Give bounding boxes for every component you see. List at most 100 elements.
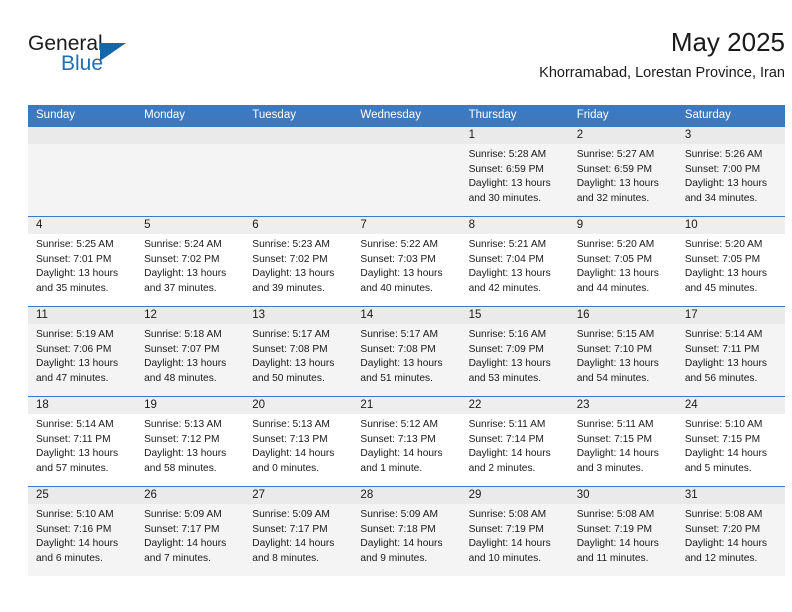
daylight-text-line1: Daylight: 13 hours bbox=[684, 268, 767, 280]
day-cell[interactable] bbox=[136, 127, 245, 216]
daylight-text-line2: and 51 minutes. bbox=[360, 372, 433, 384]
day-cell[interactable]: 20 Sunrise: 5:13 AM Sunset: 7:13 PM Dayl… bbox=[244, 397, 353, 486]
sunrise-text: Sunrise: 5:17 AM bbox=[360, 329, 439, 340]
day-cell[interactable]: 5 Sunrise: 5:24 AM Sunset: 7:02 PM Dayli… bbox=[136, 217, 245, 306]
day-cell[interactable]: 24 Sunrise: 5:10 AM Sunset: 7:15 PM Dayl… bbox=[676, 397, 785, 486]
daylight-text-line2: and 50 minutes. bbox=[252, 372, 325, 384]
daylight-text-line1: Daylight: 14 hours bbox=[252, 448, 335, 460]
day-number: 5 bbox=[136, 217, 245, 234]
sunrise-text: Sunrise: 5:13 AM bbox=[252, 419, 330, 430]
day-number: 24 bbox=[676, 397, 785, 414]
day-cell[interactable]: 4 Sunrise: 5:25 AM Sunset: 7:01 PM Dayli… bbox=[28, 217, 137, 306]
day-number: 8 bbox=[460, 217, 569, 234]
day-cell[interactable]: 27 Sunrise: 5:09 AM Sunset: 7:17 PM Dayl… bbox=[244, 487, 353, 576]
day-details: Sunrise: 5:11 AM Sunset: 7:15 PM Dayligh… bbox=[569, 414, 677, 476]
daylight-text-line1: Daylight: 13 hours bbox=[252, 268, 335, 280]
day-number: 18 bbox=[28, 397, 137, 414]
day-cell[interactable]: 11 Sunrise: 5:19 AM Sunset: 7:06 PM Dayl… bbox=[28, 307, 137, 396]
day-cell[interactable] bbox=[244, 127, 353, 216]
day-cell[interactable]: 10 Sunrise: 5:20 AM Sunset: 7:05 PM Dayl… bbox=[676, 217, 785, 306]
day-cell[interactable]: 23 Sunrise: 5:11 AM Sunset: 7:15 PM Dayl… bbox=[568, 397, 677, 486]
sunset-text: Sunset: 7:17 PM bbox=[144, 523, 220, 535]
day-cell[interactable]: 28 Sunrise: 5:09 AM Sunset: 7:18 PM Dayl… bbox=[352, 487, 461, 576]
day-cell[interactable] bbox=[352, 127, 461, 216]
daylight-text-line2: and 53 minutes. bbox=[468, 372, 542, 384]
daylight-text-line2: and 6 minutes. bbox=[36, 552, 103, 564]
weekday-header-thursday: Thursday bbox=[468, 109, 517, 121]
sunrise-text: Sunrise: 5:11 AM bbox=[576, 419, 654, 430]
day-number: 31 bbox=[676, 487, 785, 504]
sunset-text: Sunset: 7:05 PM bbox=[684, 253, 761, 265]
day-cell[interactable]: 17 Sunrise: 5:14 AM Sunset: 7:11 PM Dayl… bbox=[676, 307, 785, 396]
daylight-text-line2: and 0 minutes. bbox=[252, 462, 320, 474]
day-number: 25 bbox=[28, 487, 137, 504]
day-cell[interactable]: 12 Sunrise: 5:18 AM Sunset: 7:07 PM Dayl… bbox=[136, 307, 245, 396]
daylight-text-line2: and 32 minutes. bbox=[576, 192, 650, 204]
sunset-text: Sunset: 7:11 PM bbox=[36, 433, 111, 445]
daylight-text-line2: and 40 minutes. bbox=[360, 282, 433, 294]
calendar-page: General Blue May 2025 Khorramabad, Lores… bbox=[0, 0, 792, 612]
sunrise-text: Sunrise: 5:17 AM bbox=[252, 329, 330, 340]
daylight-text-line2: and 1 minute. bbox=[360, 462, 423, 474]
sunrise-text: Sunrise: 5:23 AM bbox=[252, 239, 330, 250]
daylight-text-line1: Daylight: 13 hours bbox=[36, 358, 119, 370]
daylight-text-line2: and 2 minutes. bbox=[468, 462, 536, 474]
day-cell[interactable]: 21 Sunrise: 5:12 AM Sunset: 7:13 PM Dayl… bbox=[352, 397, 461, 486]
daylight-text-line1: Daylight: 14 hours bbox=[36, 538, 119, 550]
daylight-text-line2: and 57 minutes. bbox=[36, 462, 109, 474]
day-details: Sunrise: 5:27 AM Sunset: 6:59 PM Dayligh… bbox=[569, 144, 677, 206]
day-cell[interactable]: 30 Sunrise: 5:08 AM Sunset: 7:19 PM Dayl… bbox=[568, 487, 677, 576]
day-cell[interactable]: 7 Sunrise: 5:22 AM Sunset: 7:03 PM Dayli… bbox=[352, 217, 461, 306]
day-details: Sunrise: 5:10 AM Sunset: 7:16 PM Dayligh… bbox=[28, 504, 136, 566]
day-number: 27 bbox=[244, 487, 353, 504]
day-cell[interactable]: 13 Sunrise: 5:17 AM Sunset: 7:08 PM Dayl… bbox=[244, 307, 353, 396]
day-cell[interactable]: 16 Sunrise: 5:15 AM Sunset: 7:10 PM Dayl… bbox=[568, 307, 677, 396]
day-cell[interactable] bbox=[28, 127, 137, 216]
weekday-header-wednesday: Wednesday bbox=[360, 109, 421, 121]
week-row: 25 Sunrise: 5:10 AM Sunset: 7:16 PM Dayl… bbox=[28, 486, 785, 576]
day-number: 20 bbox=[244, 397, 353, 414]
day-cell[interactable]: 15 Sunrise: 5:16 AM Sunset: 7:09 PM Dayl… bbox=[460, 307, 569, 396]
sunset-text: Sunset: 7:03 PM bbox=[360, 253, 436, 265]
day-cell[interactable]: 2 Sunrise: 5:27 AM Sunset: 6:59 PM Dayli… bbox=[568, 127, 677, 216]
daylight-text-line1: Daylight: 13 hours bbox=[576, 268, 659, 280]
day-cell[interactable]: 3 Sunrise: 5:26 AM Sunset: 7:00 PM Dayli… bbox=[676, 127, 785, 216]
day-number bbox=[244, 127, 353, 144]
day-details: Sunrise: 5:14 AM Sunset: 7:11 PM Dayligh… bbox=[677, 324, 785, 386]
day-details: Sunrise: 5:08 AM Sunset: 7:19 PM Dayligh… bbox=[461, 504, 569, 566]
sunrise-text: Sunrise: 5:09 AM bbox=[252, 509, 330, 520]
daylight-text-line1: Daylight: 14 hours bbox=[684, 538, 767, 550]
day-cell[interactable]: 31 Sunrise: 5:08 AM Sunset: 7:20 PM Dayl… bbox=[676, 487, 785, 576]
day-number: 15 bbox=[460, 307, 569, 324]
daylight-text-line1: Daylight: 14 hours bbox=[576, 448, 659, 460]
day-cell[interactable]: 19 Sunrise: 5:13 AM Sunset: 7:12 PM Dayl… bbox=[136, 397, 245, 486]
brand-logo[interactable]: General Blue bbox=[28, 32, 148, 84]
day-details: Sunrise: 5:12 AM Sunset: 7:13 PM Dayligh… bbox=[352, 414, 460, 476]
sunset-text: Sunset: 7:14 PM bbox=[468, 433, 544, 445]
day-cell[interactable]: 26 Sunrise: 5:09 AM Sunset: 7:17 PM Dayl… bbox=[136, 487, 245, 576]
daylight-text-line2: and 8 minutes. bbox=[252, 552, 320, 564]
sunset-text: Sunset: 7:17 PM bbox=[252, 523, 328, 535]
day-cell[interactable]: 18 Sunrise: 5:14 AM Sunset: 7:11 PM Dayl… bbox=[28, 397, 137, 486]
day-cell[interactable]: 9 Sunrise: 5:20 AM Sunset: 7:05 PM Dayli… bbox=[568, 217, 677, 306]
sunrise-text: Sunrise: 5:12 AM bbox=[360, 419, 439, 430]
day-cell[interactable]: 29 Sunrise: 5:08 AM Sunset: 7:19 PM Dayl… bbox=[460, 487, 569, 576]
page-header: General Blue May 2025 Khorramabad, Lores… bbox=[28, 26, 785, 96]
daylight-text-line1: Daylight: 13 hours bbox=[252, 358, 335, 370]
sunrise-text: Sunrise: 5:08 AM bbox=[468, 509, 547, 520]
day-cell[interactable]: 8 Sunrise: 5:21 AM Sunset: 7:04 PM Dayli… bbox=[460, 217, 569, 306]
day-cell[interactable]: 22 Sunrise: 5:11 AM Sunset: 7:14 PM Dayl… bbox=[460, 397, 569, 486]
day-number: 10 bbox=[676, 217, 785, 234]
sunset-text: Sunset: 7:19 PM bbox=[576, 523, 653, 535]
day-cell[interactable]: 6 Sunrise: 5:23 AM Sunset: 7:02 PM Dayli… bbox=[244, 217, 353, 306]
daylight-text-line1: Daylight: 13 hours bbox=[360, 268, 443, 280]
daylight-text-line1: Daylight: 13 hours bbox=[144, 448, 227, 460]
daylight-text-line1: Daylight: 13 hours bbox=[144, 268, 227, 280]
day-cell[interactable]: 1 Sunrise: 5:28 AM Sunset: 6:59 PM Dayli… bbox=[460, 127, 569, 216]
daylight-text-line2: and 35 minutes. bbox=[36, 282, 109, 294]
day-details: Sunrise: 5:14 AM Sunset: 7:11 PM Dayligh… bbox=[28, 414, 136, 476]
day-cell[interactable]: 25 Sunrise: 5:10 AM Sunset: 7:16 PM Dayl… bbox=[28, 487, 137, 576]
daylight-text-line2: and 3 minutes. bbox=[576, 462, 644, 474]
day-cell[interactable]: 14 Sunrise: 5:17 AM Sunset: 7:08 PM Dayl… bbox=[352, 307, 461, 396]
day-details: Sunrise: 5:26 AM Sunset: 7:00 PM Dayligh… bbox=[677, 144, 785, 206]
